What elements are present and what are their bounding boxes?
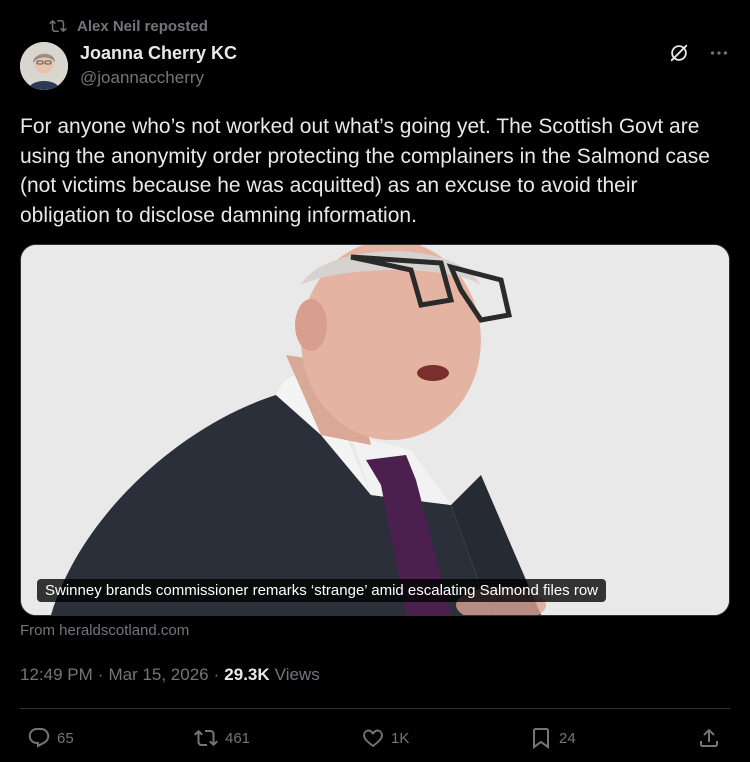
repost-header[interactable]: Alex Neil reposted xyxy=(49,16,208,36)
author-name[interactable]: Joanna Cherry KC xyxy=(80,43,237,64)
share-icon xyxy=(700,728,718,747)
bookmark-icon xyxy=(533,728,549,749)
repost-label[interactable]: Alex Neil reposted xyxy=(77,18,208,35)
meta-separator: · xyxy=(213,665,220,684)
views-label: Views xyxy=(274,665,320,684)
repost-count: 461 xyxy=(225,729,251,747)
repost-icon xyxy=(194,729,218,747)
heart-icon xyxy=(363,729,383,748)
link-card[interactable]: Swinney brands commissioner remarks ‘str… xyxy=(20,244,730,616)
tweet-time[interactable]: 12:49 PM xyxy=(20,665,93,685)
tweet-meta: 12:49 PM · Mar 15, 2026 · 29.3K Views xyxy=(20,665,320,685)
card-caption: Swinney brands commissioner remarks ‘str… xyxy=(37,579,607,602)
card-image xyxy=(21,245,729,615)
divider xyxy=(20,708,730,709)
meta-separator: · xyxy=(97,665,104,684)
reply-button[interactable]: 65 xyxy=(27,726,74,750)
views-count: 29.3K xyxy=(224,665,270,684)
more-icon[interactable] xyxy=(708,42,730,64)
share-button[interactable] xyxy=(697,726,721,750)
reply-count: 65 xyxy=(57,729,74,747)
action-bar: 65 461 1K 24 xyxy=(0,726,750,754)
bookmark-count: 24 xyxy=(559,729,576,747)
bookmark-button[interactable]: 24 xyxy=(529,726,576,750)
tweet-text: For anyone who’s not worked out what’s g… xyxy=(20,115,710,227)
card-source[interactable]: From heraldscotland.com xyxy=(20,622,189,639)
repost-button[interactable]: 461 xyxy=(193,726,250,750)
author-handle[interactable]: @joannaccherry xyxy=(80,68,204,88)
like-button[interactable]: 1K xyxy=(361,726,409,750)
avatar[interactable] xyxy=(20,42,68,90)
grok-icon[interactable] xyxy=(668,42,690,64)
top-actions xyxy=(668,42,730,64)
reply-icon xyxy=(28,728,50,748)
tweet-date[interactable]: Mar 15, 2026 xyxy=(108,665,208,685)
repost-icon xyxy=(49,17,67,35)
like-count: 1K xyxy=(391,729,410,747)
